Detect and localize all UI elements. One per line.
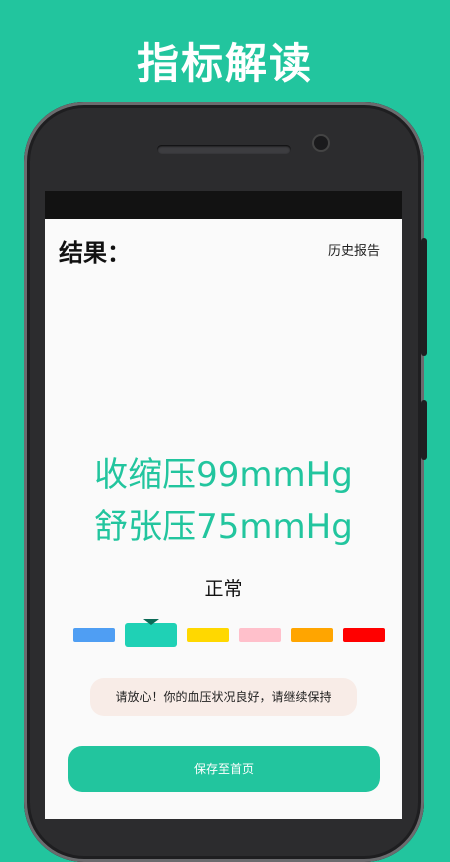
diastolic-value: 舒张压75mmHg [94,507,353,547]
phone-speaker [157,145,291,154]
advice-message: 请放心！你的血压状况良好，请继续保持 [90,678,357,716]
scale-segment-teal [125,623,177,647]
bp-level-scale [45,619,402,659]
result-label: 结果： [59,239,131,267]
phone-side-button [421,238,427,356]
scale-pointer-icon [143,619,159,625]
scale-segment-yellow [187,628,229,642]
app-screen: 结果： 历史报告 收缩压99mmHg 舒张压75mmHg 正常 请放心！你的血压… [45,219,402,819]
scale-segment-pink [239,628,281,642]
scale-segment-red [343,628,385,642]
status-label: 正常 [204,578,243,600]
page-headline: 指标解读 [136,39,313,88]
scale-segment-orange [291,628,333,642]
history-report-link[interactable]: 历史报告 [328,240,380,259]
status-bar [45,191,402,219]
phone-side-button [421,400,427,460]
save-to-home-button[interactable]: 保存至首页 [68,746,380,792]
phone-camera [314,136,328,150]
systolic-value: 收缩压99mmHg [94,455,353,495]
scale-segment-blue [73,628,115,642]
